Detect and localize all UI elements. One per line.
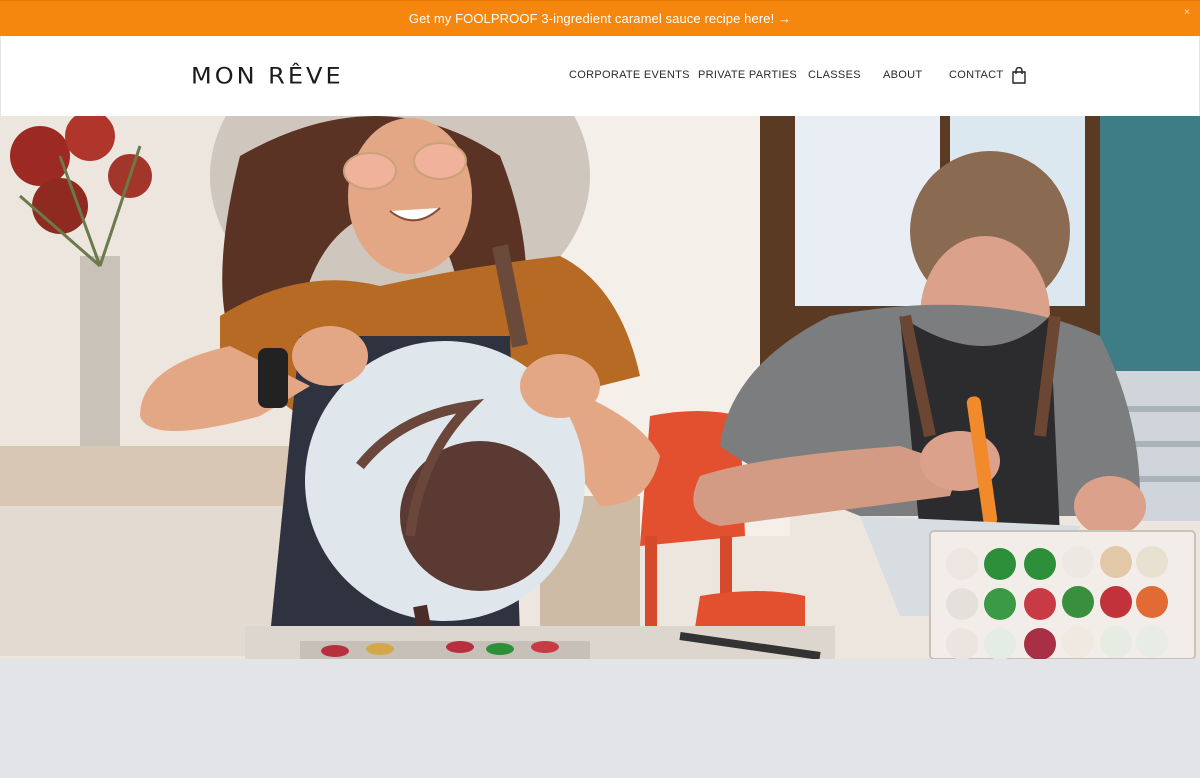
announcement-bar: Get my FOOLPROOF 3-ingredient caramel sa… bbox=[0, 0, 1200, 36]
nav-about[interactable]: ABOUT bbox=[883, 69, 922, 81]
nav-corporate-events[interactable]: CORPORATE EVENTS bbox=[569, 69, 690, 81]
nav-classes[interactable]: CLASSES bbox=[808, 69, 861, 81]
shopping-bag-icon[interactable] bbox=[1011, 67, 1027, 84]
hero-photo-illustration bbox=[0, 116, 1200, 659]
nav-contact[interactable]: CONTACT bbox=[949, 69, 1003, 81]
hero-image bbox=[0, 116, 1200, 659]
below-hero-section bbox=[0, 659, 1200, 778]
announcement-link[interactable]: Get my FOOLPROOF 3-ingredient caramel sa… bbox=[409, 11, 791, 26]
site-header: MON RÊVE CORPORATE EVENTS PRIVATE PARTIE… bbox=[0, 36, 1200, 116]
nav-private-parties[interactable]: PRIVATE PARTIES bbox=[698, 69, 797, 81]
close-icon[interactable]: × bbox=[1184, 7, 1190, 18]
